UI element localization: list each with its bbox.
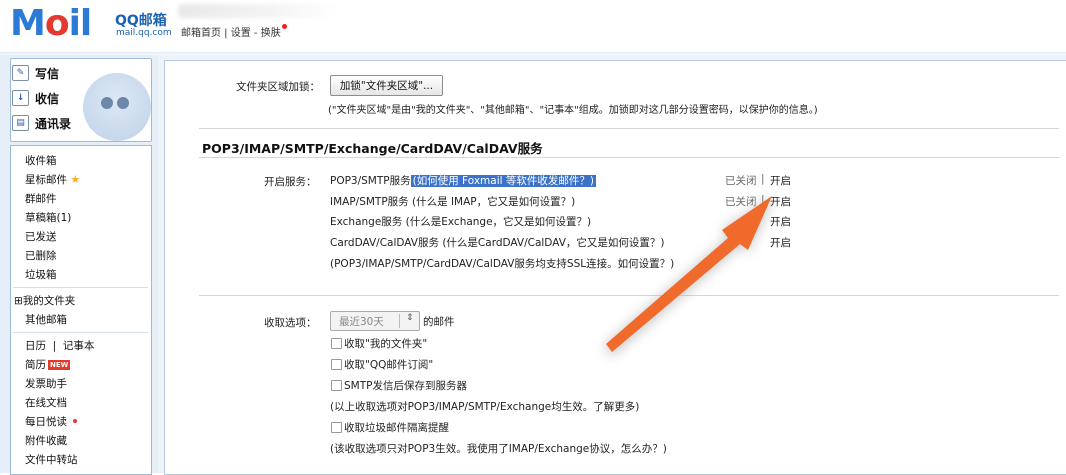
mascot-illustration	[83, 73, 151, 141]
logo-text-1: M	[10, 3, 46, 44]
checkbox-qq-subscription-label: 收取"QQ邮件订阅"	[344, 359, 434, 371]
service-row-caldav: CardDAV/CalDAV服务 (什么是CardDAV/CalDAV，它又是如…	[330, 235, 665, 250]
unread-dot	[73, 419, 77, 423]
folder-lock-label: 文件夹区域加锁：	[236, 81, 320, 93]
enable-services-label: 开启服务：	[264, 176, 317, 188]
folder-deleted[interactable]: 已删除	[25, 248, 57, 263]
inbox-icon: ↓	[12, 90, 29, 106]
folder-group[interactable]: 群邮件	[25, 191, 57, 206]
service-row-pop3: POP3/SMTP服务 (如何使用 Foxmail 等软件收发邮件？)	[330, 173, 596, 188]
compose-link[interactable]: ✎ 写信	[12, 63, 59, 83]
contacts-link[interactable]: ▤ 通讯录	[12, 113, 71, 133]
folder-list: 收件箱 星标邮件 ★ 群邮件 草稿箱(1) 已发送 已删除 垃圾箱 ⊞我的文件夹…	[10, 145, 152, 475]
checkbox-my-folders-label: 收取"我的文件夹"	[344, 338, 428, 350]
checkbox-smtp-save[interactable]	[331, 380, 342, 391]
service-row-imap: IMAP/SMTP服务 (什么是 IMAP，它又是如何设置？)	[330, 194, 575, 209]
status-separator: |	[761, 194, 765, 206]
my-folders[interactable]: ⊞我的文件夹	[14, 293, 75, 308]
logo-text-3: il	[68, 3, 93, 44]
daily-reading-link[interactable]: 每日悦读	[25, 414, 77, 429]
folder-lock-button[interactable]: 加锁"文件夹区域"...	[330, 75, 443, 96]
file-transfer-link[interactable]: 文件中转站	[25, 452, 78, 467]
checkbox-my-folders[interactable]	[331, 338, 342, 349]
receive-note-2: (该收取选项只对POP3生效。我使用了IMAP/Exchange协议，怎么办？)	[330, 443, 667, 455]
service-name: POP3/SMTP服务	[330, 175, 411, 187]
folder-divider	[13, 287, 148, 288]
enable-exchange-link[interactable]: 开启	[770, 214, 791, 229]
folder-divider	[13, 332, 148, 333]
status-separator: |	[761, 173, 765, 185]
online-docs-link[interactable]: 在线文档	[25, 395, 67, 410]
settings-panel: 文件夹区域加锁： 加锁"文件夹区域"... ("文件夹区域"是由"我的文件夹"、…	[164, 60, 1066, 475]
calendar-notes-row: 日历 | 记事本	[25, 340, 95, 352]
service-name: CardDAV/CalDAV服务	[330, 237, 439, 249]
service-help-link[interactable]: (什么是Exchange，它又是如何设置？)	[406, 216, 592, 228]
logo-domain: mail.qq.com	[116, 28, 172, 38]
folder-sent[interactable]: 已发送	[25, 229, 57, 244]
receive-suffix: 的邮件	[423, 316, 455, 328]
contacts-icon: ▤	[12, 115, 29, 131]
star-icon: ★	[70, 173, 81, 186]
attachments-link[interactable]: 附件收藏	[25, 433, 67, 448]
service-help-link[interactable]: (什么是CardDAV/CalDAV，它又是如何设置？)	[442, 237, 664, 249]
divider	[199, 295, 1059, 296]
compose-icon: ✎	[12, 65, 29, 81]
service-row-exchange: Exchange服务 (什么是Exchange，它又是如何设置？)	[330, 214, 591, 229]
select-arrow-icon: ⇕	[406, 313, 414, 323]
new-badge: NEW	[48, 360, 71, 370]
invoice-link[interactable]: 发票助手	[25, 376, 67, 391]
top-links-text[interactable]: 邮箱首页 | 设置 - 换肤	[181, 28, 281, 39]
logo-text-2: o	[44, 3, 70, 44]
folder-drafts[interactable]: 草稿箱(1)	[25, 210, 71, 225]
enable-pop3-link[interactable]: 开启	[770, 173, 791, 188]
divider	[199, 128, 1059, 129]
main-area: 文件夹区域加锁： 加锁"文件夹区域"... ("文件夹区域"是由"我的文件夹"、…	[158, 55, 1066, 475]
notes-link[interactable]: 记事本	[63, 340, 95, 352]
ssl-note: (POP3/IMAP/SMTP/CardDAV/CalDAV服务均支持SSL连接…	[330, 258, 675, 270]
logo-qq-text: QQ邮箱	[115, 13, 167, 29]
receive-range-select[interactable]: 最近30天 ⇕	[330, 311, 420, 331]
contacts-label: 通讯录	[35, 116, 72, 131]
checkbox-smtp-save-label: SMTP发信后保存到服务器	[344, 380, 467, 392]
service-help-link[interactable]: (如何使用 Foxmail 等软件收发邮件？)	[410, 175, 596, 187]
service-name: Exchange服务	[330, 216, 403, 228]
checkbox-qq-subscription[interactable]	[331, 359, 342, 370]
calendar-link[interactable]: 日历	[25, 340, 46, 352]
resume-link[interactable]: 简历 NEW	[25, 357, 71, 372]
service-help-link[interactable]: (什么是 IMAP，它又是如何设置？)	[412, 196, 575, 208]
blurred-user-info	[178, 4, 338, 18]
left-sidebar: ✎ 写信 ↓ 收信 ▤ 通讯录 收件箱 星标邮件 ★ 群邮件 草稿箱(1) 已发送 已…	[0, 55, 158, 475]
folder-lock-note: ("文件夹区域"是由"我的文件夹"、"其他邮箱"、"记事本"组成。加锁即对这几部…	[328, 105, 818, 116]
inbox-link[interactable]: ↓ 收信	[12, 88, 59, 108]
compose-label: 写信	[35, 66, 60, 81]
receive-options-label: 收取选项：	[264, 317, 317, 329]
checkbox-spam-alert[interactable]	[331, 422, 342, 433]
inbox-label: 收信	[35, 91, 60, 106]
header: Moil QQ邮箱 mail.qq.com 邮箱首页 | 设置 - 换肤	[0, 0, 1066, 56]
service-name: IMAP/SMTP服务	[330, 196, 409, 208]
folder-trash[interactable]: 垃圾箱	[25, 267, 57, 282]
folder-starred[interactable]: 星标邮件 ★	[25, 172, 80, 187]
other-mailbox[interactable]: 其他邮箱	[25, 312, 67, 327]
top-links[interactable]: 邮箱首页 | 设置 - 换肤	[181, 24, 287, 39]
service-status: 已关闭	[725, 175, 757, 187]
folder-inbox[interactable]: 收件箱	[25, 153, 57, 168]
enable-caldav-link[interactable]: 开启	[770, 235, 791, 250]
checkbox-spam-alert-label: 收取垃圾邮件隔离提醒	[344, 422, 449, 434]
service-status: 已关闭	[725, 196, 757, 208]
enable-imap-link[interactable]: 开启	[770, 194, 791, 209]
receive-range-value: 最近30天	[339, 316, 384, 328]
divider	[199, 157, 1059, 158]
section-title: POP3/IMAP/SMTP/Exchange/CardDAV/CalDAV服务	[202, 141, 543, 156]
receive-note-1: (以上收取选项对POP3/IMAP/SMTP/Exchange均生效。了解更多)	[330, 401, 640, 413]
notification-dot	[281, 24, 287, 29]
